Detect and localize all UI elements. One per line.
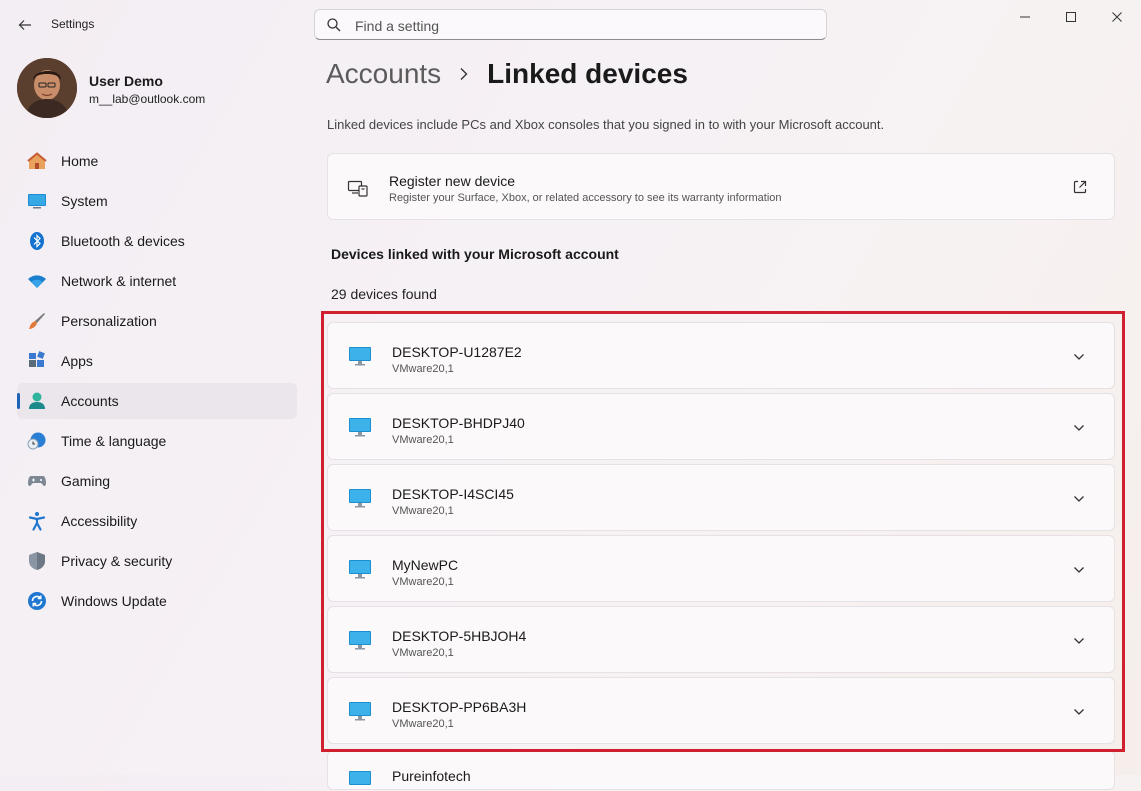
device-card[interactable]: DESKTOP-I4SCI45 VMware20,1 [327, 464, 1115, 531]
user-email: m__lab@outlook.com [89, 92, 205, 106]
chevron-right-icon [457, 67, 471, 81]
sidebar-item-bluetooth[interactable]: Bluetooth & devices [17, 223, 297, 259]
update-icon [27, 591, 47, 611]
chevron-down-icon[interactable] [1072, 421, 1086, 435]
device-name: Pureinfotech [392, 768, 471, 784]
device-count: 29 devices found [331, 286, 437, 302]
sidebar-item-privacy[interactable]: Privacy & security [17, 543, 297, 579]
chevron-down-icon[interactable] [1072, 705, 1086, 719]
sidebar-item-time-language[interactable]: Time & language [17, 423, 297, 459]
sidebar-item-network[interactable]: Network & internet [17, 263, 297, 299]
sidebar-item-label: System [61, 193, 108, 209]
clock-globe-icon [27, 431, 47, 451]
shield-icon [27, 551, 47, 571]
page-title: Linked devices [487, 58, 688, 90]
monitor-icon [348, 416, 372, 438]
search-icon [326, 17, 342, 33]
device-model: VMware20,1 [392, 718, 454, 730]
device-card[interactable]: DESKTOP-U1287E2 VMware20,1 [327, 322, 1115, 389]
register-device-card[interactable]: Register new device Register your Surfac… [327, 153, 1115, 220]
wifi-icon [27, 271, 47, 291]
sidebar-item-label: Accessibility [61, 513, 137, 529]
sidebar-item-system[interactable]: System [17, 183, 297, 219]
gamepad-icon [27, 471, 47, 491]
home-icon [27, 151, 47, 171]
breadcrumb-parent[interactable]: Accounts [326, 58, 441, 90]
maximize-button[interactable] [1048, 0, 1094, 34]
sidebar-item-label: Network & internet [61, 273, 176, 289]
breadcrumb: Accounts Linked devices [326, 58, 688, 90]
monitor-icon [348, 700, 372, 722]
register-device-icon [347, 178, 369, 198]
bluetooth-icon [27, 231, 47, 251]
page-description: Linked devices include PCs and Xbox cons… [327, 117, 884, 132]
section-heading: Devices linked with your Microsoft accou… [331, 246, 619, 262]
device-card[interactable]: DESKTOP-BHDPJ40 VMware20,1 [327, 393, 1115, 460]
close-button[interactable] [1094, 0, 1140, 34]
app-title: Settings [51, 17, 94, 31]
chevron-down-icon[interactable] [1072, 492, 1086, 506]
sidebar-item-apps[interactable]: Apps [17, 343, 297, 379]
device-model: VMware20,1 [392, 576, 454, 588]
brush-icon [27, 311, 47, 331]
chevron-down-icon[interactable] [1072, 634, 1086, 648]
sidebar-item-label: Apps [61, 353, 93, 369]
sidebar-item-personalization[interactable]: Personalization [17, 303, 297, 339]
sidebar-item-home[interactable]: Home [17, 143, 297, 179]
maximize-icon [1065, 11, 1077, 23]
sidebar-item-label: Home [61, 153, 98, 169]
close-icon [1111, 11, 1123, 23]
device-card[interactable]: DESKTOP-PP6BA3H VMware20,1 [327, 677, 1115, 744]
sidebar-item-label: Privacy & security [61, 553, 172, 569]
monitor-icon [348, 629, 372, 651]
sidebar-item-gaming[interactable]: Gaming [17, 463, 297, 499]
title-bar: Settings [0, 0, 1141, 50]
search-input[interactable] [353, 10, 817, 41]
back-arrow-icon [18, 18, 32, 32]
sidebar-item-label: Bluetooth & devices [61, 233, 185, 249]
device-model: VMware20,1 [392, 434, 454, 446]
avatar-image [17, 58, 77, 118]
register-subtitle: Register your Surface, Xbox, or related … [389, 192, 782, 204]
device-name: DESKTOP-I4SCI45 [392, 486, 514, 502]
device-name: DESKTOP-U1287E2 [392, 344, 522, 360]
monitor-icon [348, 769, 372, 791]
device-card[interactable]: MyNewPC VMware20,1 [327, 535, 1115, 602]
accounts-icon [27, 391, 47, 411]
sidebar-item-accessibility[interactable]: Accessibility [17, 503, 297, 539]
chevron-down-icon[interactable] [1072, 350, 1086, 364]
device-name: DESKTOP-PP6BA3H [392, 699, 526, 715]
sidebar-nav: Home System Bluetooth & devices Network … [17, 143, 297, 623]
device-name: DESKTOP-BHDPJ40 [392, 415, 525, 431]
accessibility-icon [27, 511, 47, 531]
sidebar-item-label: Time & language [61, 433, 166, 449]
device-model: VMware20,1 [392, 505, 454, 517]
sidebar-item-label: Gaming [61, 473, 110, 489]
sidebar-item-accounts[interactable]: Accounts [17, 383, 297, 419]
user-name: User Demo [89, 73, 163, 89]
search-box[interactable] [314, 9, 827, 40]
device-name: DESKTOP-5HBJOH4 [392, 628, 526, 644]
sidebar-item-label: Windows Update [61, 593, 167, 609]
sidebar-item-windows-update[interactable]: Windows Update [17, 583, 297, 619]
device-card[interactable]: Pureinfotech [327, 750, 1115, 790]
chevron-down-icon[interactable] [1072, 563, 1086, 577]
minimize-button[interactable] [1002, 0, 1048, 34]
register-title: Register new device [389, 173, 515, 189]
device-card[interactable]: DESKTOP-5HBJOH4 VMware20,1 [327, 606, 1115, 673]
device-name: MyNewPC [392, 557, 458, 573]
apps-icon [27, 351, 47, 371]
device-model: VMware20,1 [392, 363, 454, 375]
open-external-icon[interactable] [1072, 179, 1088, 195]
monitor-icon [348, 345, 372, 367]
back-button[interactable] [14, 14, 36, 36]
sidebar-item-label: Personalization [61, 313, 157, 329]
monitor-icon [348, 487, 372, 509]
avatar [17, 58, 77, 118]
monitor-icon [348, 558, 372, 580]
minimize-icon [1019, 11, 1031, 23]
device-model: VMware20,1 [392, 647, 454, 659]
system-icon [27, 191, 47, 211]
sidebar-item-label: Accounts [61, 393, 119, 409]
